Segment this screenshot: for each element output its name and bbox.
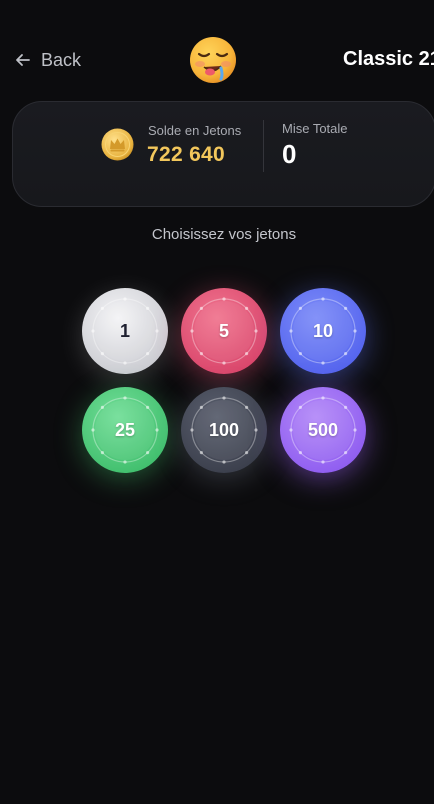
balance-value: 722 640 — [147, 143, 226, 166]
drooling-face-emoji-icon — [190, 37, 236, 83]
chip-5-button[interactable]: 5 — [181, 288, 267, 374]
game-title: Classic 21 — [343, 48, 434, 70]
chips-section-title: Choisissez vos jetons — [151, 226, 297, 243]
card-divider — [263, 120, 264, 172]
chip-1-button[interactable]: 1 — [82, 288, 168, 374]
chip-25-button[interactable]: 25 — [82, 387, 168, 473]
total-bet-label: Mise Totale — [282, 121, 348, 136]
chip-10-button[interactable]: 10 — [280, 288, 366, 374]
chip-1-label: 1 — [119, 320, 130, 341]
total-bet-value: 0 — [282, 139, 297, 169]
chip-100-label: 100 — [208, 419, 240, 440]
back-label: Back — [41, 49, 82, 70]
chip-10-label: 10 — [312, 320, 334, 341]
chip-5-label: 5 — [218, 320, 229, 341]
blackjack-chip-selection-screen: Back Classic 21 Solde en Jetons 722 640 … — [0, 0, 434, 804]
chip-500-button[interactable]: 500 — [280, 387, 366, 473]
back-button[interactable]: Back — [14, 46, 81, 74]
chip-25-label: 25 — [114, 419, 136, 440]
arrow-left-icon — [16, 54, 30, 66]
crown-coin-icon — [101, 128, 134, 161]
chip-100-button[interactable]: 100 — [181, 387, 267, 473]
chip-500-label: 500 — [307, 419, 339, 440]
balance-label: Solde en Jetons — [148, 123, 242, 138]
